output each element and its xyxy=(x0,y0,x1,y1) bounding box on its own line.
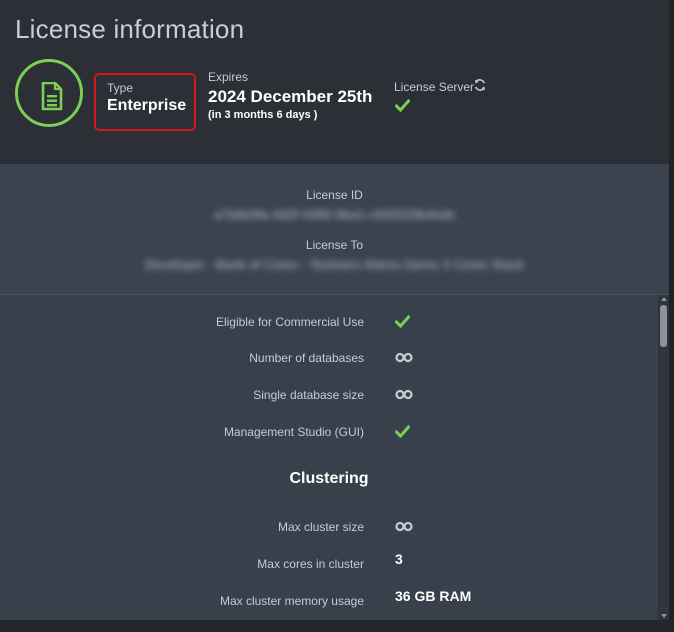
feature-list: Eligible for Commercial Use Number of da… xyxy=(0,295,658,620)
check-icon xyxy=(395,315,410,328)
document-icon xyxy=(41,82,63,111)
window-edge xyxy=(669,0,674,632)
infinity-icon xyxy=(395,521,413,532)
max-memory-label: Max cluster memory usage xyxy=(219,594,364,608)
expires-label: Expires xyxy=(208,70,249,84)
scrollbar[interactable] xyxy=(658,295,669,620)
type-value: Enterprise xyxy=(107,97,187,114)
license-details: License ID a7b8e9fa-4d2f-4386-9ba1-c9320… xyxy=(0,164,669,295)
max-cores-value: 3 xyxy=(395,551,403,567)
window-bottom-edge xyxy=(0,620,674,632)
scroll-down-arrow[interactable] xyxy=(661,614,667,618)
license-server-label: License Server xyxy=(394,80,475,94)
studio-label: Management Studio (GUI) xyxy=(223,425,364,439)
license-badge xyxy=(15,59,83,127)
license-header: License information Type Enterprise Expi… xyxy=(0,0,669,164)
infinity-icon xyxy=(395,352,413,363)
scroll-thumb[interactable] xyxy=(660,305,667,347)
check-icon xyxy=(395,99,410,112)
page-title: License information xyxy=(15,14,245,44)
refresh-icon[interactable] xyxy=(473,78,487,92)
license-to-value: Developer - Bank of Cores - Testivers Al… xyxy=(144,257,525,272)
infinity-icon xyxy=(395,389,413,400)
expires-relative: (in 3 months 6 days ) xyxy=(208,109,318,121)
commercial-use-label: Eligible for Commercial Use xyxy=(215,315,364,329)
license-to-label: License To xyxy=(305,238,364,252)
type-label: Type xyxy=(107,81,134,95)
clustering-heading: Clustering xyxy=(289,470,369,487)
scroll-up-arrow[interactable] xyxy=(661,297,667,301)
check-icon xyxy=(395,425,410,438)
db-size-label: Single database size xyxy=(253,388,364,402)
databases-label: Number of databases xyxy=(249,351,364,365)
expires-date: 2024 December 25th xyxy=(208,87,373,106)
license-panel: License information Type Enterprise Expi… xyxy=(0,0,669,620)
max-memory-value: 36 GB RAM xyxy=(395,588,472,604)
max-cluster-size-label: Max cluster size xyxy=(277,520,364,534)
license-id-label: License ID xyxy=(306,188,363,202)
license-id-value: a7b8e9fa-4d2f-4386-9ba1-c932033b4ede xyxy=(214,207,455,222)
max-cores-label: Max cores in cluster xyxy=(257,557,364,571)
